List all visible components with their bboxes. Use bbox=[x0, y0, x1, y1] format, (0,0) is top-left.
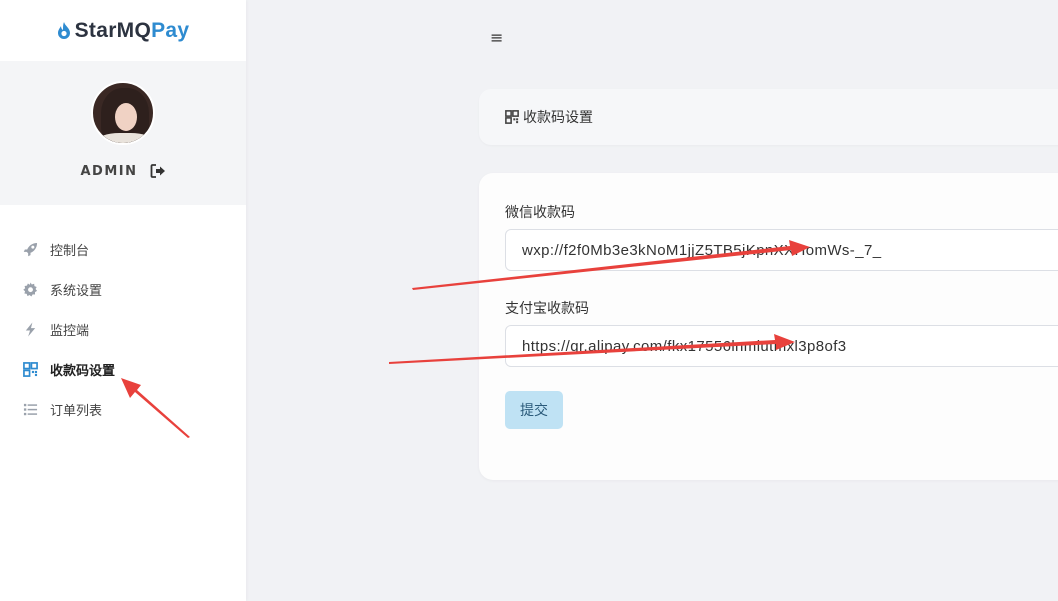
user-profile: ADMIN bbox=[0, 61, 246, 205]
sidebar-item-qrcode-settings[interactable]: 收款码设置 bbox=[0, 349, 246, 389]
qrcode-settings-form: 微信收款码 支付宝收款码 提交 bbox=[479, 173, 1058, 480]
rocket-icon bbox=[22, 241, 38, 257]
qrcode-icon bbox=[505, 110, 519, 124]
wechat-qrcode-label: 微信收款码 bbox=[505, 205, 575, 221]
avatar[interactable] bbox=[91, 81, 155, 145]
list-icon bbox=[22, 401, 38, 417]
submit-button[interactable]: 提交 bbox=[505, 391, 563, 429]
sidebar-item-label: 控制台 bbox=[50, 243, 90, 259]
logout-icon[interactable] bbox=[150, 163, 166, 179]
alipay-qrcode-input[interactable] bbox=[505, 325, 1058, 367]
user-row: ADMIN bbox=[80, 163, 165, 179]
sidebar-item-settings[interactable]: 系统设置 bbox=[0, 269, 246, 309]
gear-icon bbox=[22, 281, 38, 297]
sidebar-item-label: 收款码设置 bbox=[50, 363, 116, 379]
username: ADMIN bbox=[80, 163, 138, 179]
sidebar-item-dashboard[interactable]: 控制台 bbox=[0, 229, 246, 269]
sidebar-nav: 控制台 系统设置 监控端 收款码设置 订单列表 bbox=[0, 229, 246, 429]
brand-name-primary: StarMQ bbox=[74, 18, 152, 42]
page-title: 收款码设置 bbox=[523, 110, 593, 126]
sidebar: StarMQ Pay ADMIN 控制台 系统设置 监控端 收款码设置 订单列表 bbox=[0, 0, 246, 601]
wechat-qrcode-input[interactable] bbox=[505, 229, 1058, 271]
alipay-qrcode-label: 支付宝收款码 bbox=[505, 301, 589, 317]
qrcode-icon bbox=[22, 361, 38, 377]
breadcrumb: 收款码设置 bbox=[479, 89, 1058, 145]
sidebar-item-label: 监控端 bbox=[50, 323, 90, 339]
bolt-icon bbox=[22, 321, 38, 337]
brand-logo[interactable]: StarMQ Pay bbox=[0, 0, 246, 61]
sidebar-item-label: 系统设置 bbox=[50, 283, 103, 299]
brand-name-accent: Pay bbox=[151, 18, 190, 42]
sidebar-item-monitor[interactable]: 监控端 bbox=[0, 309, 246, 349]
menu-toggle-button[interactable]: ≡ bbox=[490, 28, 503, 47]
sidebar-item-label: 订单列表 bbox=[50, 403, 103, 419]
sidebar-item-orders[interactable]: 订单列表 bbox=[0, 389, 246, 429]
flame-icon bbox=[57, 22, 70, 39]
